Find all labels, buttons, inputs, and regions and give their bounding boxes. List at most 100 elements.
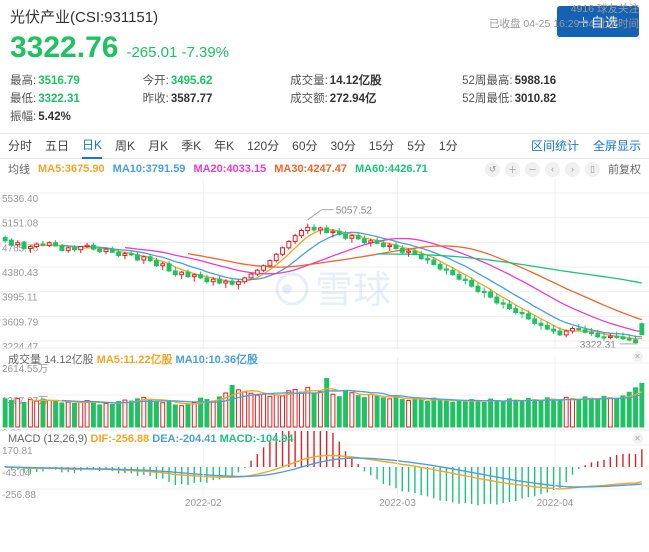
tab-30分[interactable]: 30分 (331, 135, 356, 158)
volume-bar (28, 400, 32, 427)
volume-bar (381, 398, 385, 427)
cursor-icon[interactable]: ▯ (585, 162, 600, 177)
volume-bar (154, 401, 158, 427)
volume-bar (230, 385, 234, 427)
svg-text:雪球: 雪球 (315, 270, 391, 312)
price-chart[interactable]: 5536.405151.084765.764380.433995.113609.… (0, 179, 649, 349)
tab-action-区间统计[interactable]: 区间统计 (531, 135, 579, 158)
volume-bar (117, 402, 121, 427)
stat-low: 最低: 3322.31 (10, 90, 143, 108)
ma-legend-item: MA30:4247.47 (274, 163, 347, 175)
tab-60分[interactable]: 60分 (292, 135, 317, 158)
volume-bar (281, 396, 285, 427)
stat-volume: 成交量: 14.12亿股 (290, 72, 462, 90)
tab-5分[interactable]: 5分 (407, 135, 426, 158)
tab-月K[interactable]: 月K (148, 135, 168, 158)
volume-bar (615, 399, 619, 427)
volume-bar (533, 400, 537, 427)
tab-年K[interactable]: 年K (214, 135, 234, 158)
volume-bar (470, 400, 474, 427)
stat-52w-low-value: 3010.82 (515, 90, 557, 108)
volume-bar (287, 391, 291, 427)
volume-close-button[interactable]: ✕ (632, 351, 643, 362)
stat-52w-high: 52周最高: 5988.16 (462, 72, 639, 90)
volume-bar (331, 394, 335, 427)
stat-prev-close: 昨收: 3587.77 (143, 90, 290, 108)
next-icon[interactable]: › (565, 162, 580, 177)
volume-bar (602, 396, 606, 427)
ma-legend: 均线 MA5:3675.90MA10:3791.59MA20:4033.15MA… (0, 159, 649, 179)
x-axis-tick: 2022-02 (185, 498, 222, 509)
volume-bar (545, 398, 549, 427)
tab-五日[interactable]: 五日 (45, 135, 69, 158)
tab-周K[interactable]: 周K (115, 135, 135, 158)
zoom-in-icon[interactable]: ＋ (505, 162, 520, 177)
undo-icon[interactable]: ↺ (485, 162, 500, 177)
stat-open-label: 今开: (143, 72, 169, 90)
macd-legend-label: MACD (12,26,9) (8, 433, 87, 445)
x-axis-tick: 2022-04 (537, 498, 574, 509)
volume-bar (476, 401, 480, 427)
volume-bar (413, 399, 417, 427)
tab-120分[interactable]: 120分 (247, 135, 279, 158)
tab-日K[interactable]: 日K (82, 134, 102, 159)
zoom-out-icon[interactable]: － (525, 162, 540, 177)
volume-bar (104, 404, 108, 427)
sub-legend-item: DEA:-204.41 (149, 433, 216, 445)
price-change: -265.01 -7.39% (126, 44, 229, 64)
volume-bar (249, 393, 253, 427)
ma-legend-item: MA5:3675.90 (38, 163, 105, 175)
sub-legend-item: MA5:11.22亿股 (97, 354, 173, 366)
volume-bar (369, 394, 373, 427)
prev-icon[interactable]: ‹ (545, 162, 560, 177)
market-status-time: 已收盘 04-25 16:29:54 北京时间 (489, 17, 639, 32)
volume-bar (482, 403, 486, 427)
volume-bar (211, 401, 215, 427)
stat-52w-high-value: 5988.16 (515, 72, 557, 90)
sub-legend-item: MA10:10.36亿股 (172, 354, 258, 366)
volume-bar (148, 399, 152, 427)
current-price: 3322.76 (10, 32, 118, 64)
volume-bar (526, 398, 530, 427)
tab-1分[interactable]: 1分 (439, 135, 458, 158)
volume-bar (91, 402, 95, 427)
volume-bar (463, 402, 467, 427)
tab-分时[interactable]: 分时 (8, 135, 32, 158)
volume-bar (110, 404, 114, 427)
volume-legend-label: 成交量 14.12亿股 (8, 354, 94, 366)
volume-bar (400, 400, 404, 427)
tab-15分[interactable]: 15分 (369, 135, 394, 158)
volume-bar (407, 401, 411, 427)
stat-52w-low: 52周最低: 3010.82 (462, 90, 639, 108)
ma-legend-label: 均线 (8, 161, 30, 177)
volume-bar (60, 403, 64, 427)
macd-legend: MACD (12,26,9) DIF:-256.88 DEA:-204.41 M… (8, 433, 294, 445)
price-y-tick: 3995.11 (2, 293, 38, 304)
sub-legend-item: MACD:-104.94 (217, 433, 294, 445)
adjust-type-label[interactable]: 前复权 (608, 161, 641, 177)
candlestick (287, 240, 291, 250)
volume-bar (98, 405, 102, 427)
candlestick (640, 322, 644, 334)
volume-bar (457, 400, 461, 427)
tab-action-全屏显示[interactable]: 全屏显示 (593, 135, 641, 158)
volume-bar (394, 397, 398, 427)
volume-bar (268, 396, 272, 427)
macd-close-button[interactable]: ✕ (632, 433, 643, 444)
volume-bar (10, 401, 14, 427)
price-y-tick: 3609.79 (2, 317, 39, 328)
volume-bar (350, 393, 354, 427)
volume-bar (571, 399, 575, 427)
volume-bar (508, 399, 512, 427)
stats-row-3: 振幅: 5.42% (10, 108, 639, 126)
stat-open: 今开: 3495.62 (143, 72, 290, 90)
volume-bar (325, 379, 329, 427)
volume-bar (426, 402, 430, 427)
candlestick (274, 253, 278, 263)
stat-low-value: 3322.31 (38, 90, 80, 108)
volume-bar (489, 399, 493, 427)
volume-bar (375, 396, 379, 427)
header-meta: 4916 球友关注 已收盘 04-25 16:29:54 北京时间 (489, 2, 639, 32)
tab-季K[interactable]: 季K (181, 135, 201, 158)
candlestick (22, 241, 26, 250)
